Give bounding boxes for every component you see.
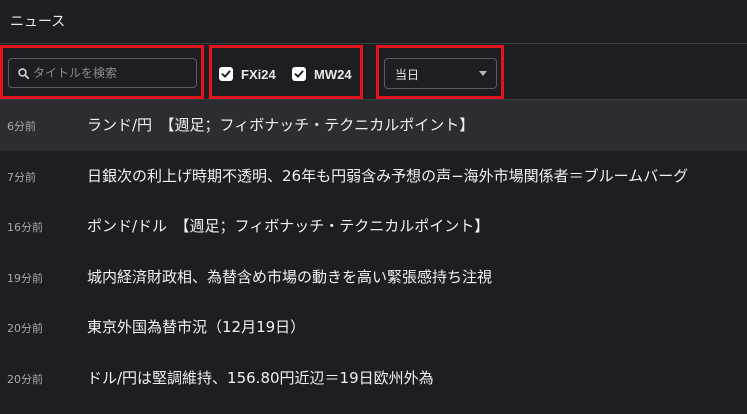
news-item[interactable]: 16分前 ポンド/ドル 【週足；フィボナッチ・テクニカルポイント】 (0, 201, 747, 252)
date-range-select[interactable]: 当日 (384, 58, 497, 89)
news-time: 20分前 (7, 372, 43, 386)
search-icon (18, 68, 29, 79)
news-headline[interactable]: 日銀次の利上げ時期不透明、26年も円弱含み予想の声−海外市場関係者＝ブルームバー… (87, 165, 688, 186)
news-headline[interactable]: ドル/円は堅調維持、156.80円近辺＝19日欧州外為 (87, 367, 434, 388)
news-item[interactable]: 7分前 日銀次の利上げ時期不透明、26年も円弱含み予想の声−海外市場関係者＝ブル… (0, 151, 747, 202)
dropdown-arrow-icon (479, 71, 487, 76)
news-item[interactable]: 20分前 ドル/円は堅調維持、156.80円近辺＝19日欧州外為 (0, 353, 747, 404)
news-time: 7分前 (7, 170, 36, 184)
news-headline[interactable]: ランド/円 【週足；フィボナッチ・テクニカルポイント】 (87, 114, 474, 135)
panel-title: ニュース (10, 14, 66, 30)
news-panel: ニュース FXi24 MW24 当日 (0, 0, 747, 414)
filter-label: MW24 (314, 66, 352, 82)
filter-checkbox-fxi24[interactable]: FXi24 (219, 66, 276, 82)
news-headline[interactable]: 城内経済財政相、為替含め市場の動きを高い緊張感持ち注視 (87, 266, 492, 287)
checkbox-checked-icon[interactable] (219, 67, 233, 81)
filter-checkbox-mw24[interactable]: MW24 (292, 66, 352, 82)
toolbar: FXi24 MW24 当日 (0, 44, 747, 100)
news-item[interactable]: 6分前 ランド/円 【週足；フィボナッチ・テクニカルポイント】 (0, 100, 747, 151)
news-time: 6分前 (7, 120, 36, 133)
news-time: 20分前 (7, 322, 43, 335)
search-box[interactable] (8, 58, 197, 88)
news-time: 19分前 (7, 271, 43, 285)
news-time: 16分前 (7, 221, 43, 234)
checkbox-checked-icon[interactable] (292, 67, 306, 81)
news-list: 6分前 ランド/円 【週足；フィボナッチ・テクニカルポイント】 7分前 日銀次の… (0, 100, 747, 403)
news-item[interactable]: 20分前 東京外国為替市況（12月19日） (0, 302, 747, 353)
search-input[interactable] (33, 63, 191, 83)
filter-label: FXi24 (241, 66, 276, 82)
news-headline[interactable]: ポンド/ドル 【週足；フィボナッチ・テクニカルポイント】 (87, 215, 489, 236)
title-bar: ニュース (0, 0, 747, 44)
news-headline[interactable]: 東京外国為替市況（12月19日） (87, 316, 305, 337)
date-range-value: 当日 (395, 68, 420, 82)
news-item[interactable]: 19分前 城内経済財政相、為替含め市場の動きを高い緊張感持ち注視 (0, 252, 747, 303)
